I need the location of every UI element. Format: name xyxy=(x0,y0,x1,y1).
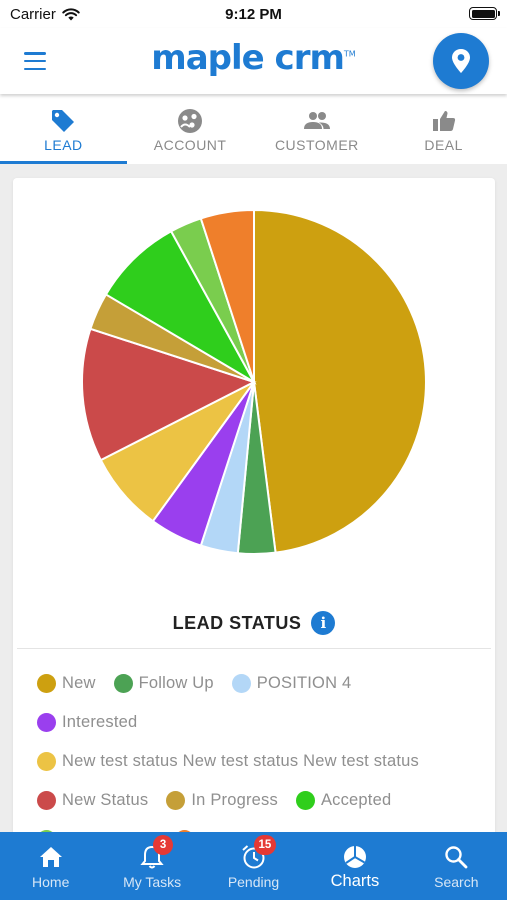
pie-chart xyxy=(81,208,427,555)
tab-bar: LEAD ACCOUNT CUSTOMER DEAL xyxy=(0,94,507,164)
pie-chart-icon xyxy=(343,846,366,868)
thumbs-up-icon xyxy=(432,111,455,131)
app-header: maple crmTM xyxy=(0,28,507,94)
info-icon[interactable]: i xyxy=(311,611,336,635)
legend-item[interactable]: Interested xyxy=(37,703,137,742)
chart-title: LEAD STATUS xyxy=(172,612,302,633)
home-icon xyxy=(39,847,62,867)
legend-label: Accepted xyxy=(320,791,392,809)
legend-label: New Status xyxy=(62,791,149,809)
logo-text: maple crm xyxy=(151,38,345,78)
status-time: 9:12 PM xyxy=(225,6,282,23)
legend-color-dot xyxy=(231,674,251,693)
nav-label: Home xyxy=(32,874,70,890)
legend-color-dot xyxy=(295,791,315,810)
tab-label: ACCOUNT xyxy=(153,137,227,153)
people-icon xyxy=(303,112,330,129)
tab-label: DEAL xyxy=(424,137,463,153)
legend-color-dot xyxy=(37,713,56,732)
legend-color-dot xyxy=(113,674,133,693)
tab-label: LEAD xyxy=(44,137,83,153)
tab-account[interactable]: ACCOUNT xyxy=(127,94,254,164)
account-icon xyxy=(178,109,203,133)
tasks-badge: 3 xyxy=(153,835,174,855)
pie-chart-container xyxy=(13,178,495,578)
nav-search[interactable]: Search xyxy=(406,832,507,900)
legend-item[interactable]: Follow Up xyxy=(113,664,214,703)
tag-icon xyxy=(52,110,75,132)
legend-item[interactable]: In Progress xyxy=(166,781,278,820)
legend-item[interactable]: New xyxy=(37,664,96,703)
tab-lead[interactable]: LEAD xyxy=(0,94,127,164)
legend-item[interactable]: Accepted xyxy=(295,781,392,820)
nav-my-tasks[interactable]: 3 My Tasks xyxy=(101,832,202,900)
legend-label: Follow Up xyxy=(138,674,214,692)
legend-color-dot xyxy=(37,752,56,771)
legend-color-dot xyxy=(37,674,56,693)
nav-pending[interactable]: 15 Pending xyxy=(203,832,304,900)
nav-label: Charts xyxy=(330,872,380,890)
tab-customer[interactable]: CUSTOMER xyxy=(254,94,381,164)
legend-label: In Progress xyxy=(191,791,278,809)
legend-label: New xyxy=(62,674,96,692)
legend-item[interactable]: New Status xyxy=(37,781,148,820)
nav-label: My Tasks xyxy=(123,874,182,890)
legend-color-dot xyxy=(166,791,186,810)
location-button[interactable] xyxy=(433,33,489,89)
search-icon xyxy=(445,846,468,869)
tab-deal[interactable]: DEAL xyxy=(380,94,507,164)
location-pin-icon xyxy=(452,49,470,73)
app-logo: maple crmTM xyxy=(0,38,507,78)
legend-color-dot xyxy=(37,791,56,810)
pending-badge: 15 xyxy=(253,835,277,855)
nav-label: Search xyxy=(434,874,479,890)
legend-label: New test status New test status New test… xyxy=(62,752,419,770)
legend-label: Interested xyxy=(62,713,138,731)
tab-label: CUSTOMER xyxy=(274,137,359,153)
nav-home[interactable]: Home xyxy=(0,832,101,900)
logo-trademark: TM xyxy=(343,49,356,59)
divider xyxy=(17,648,491,649)
battery-icon xyxy=(469,7,500,20)
legend-item[interactable]: POSITION 4 xyxy=(231,664,352,703)
nav-label: Pending xyxy=(227,874,280,890)
status-bar: Carrier 9:12 PM xyxy=(0,0,507,28)
chart-title-row: LEAD STATUS i xyxy=(13,611,495,635)
pie-slice-new[interactable] xyxy=(253,208,427,554)
chart-legend: New Follow Up POSITION 4 Interested New test… xyxy=(37,664,487,859)
chart-card: LEAD STATUS i New Follow Up POSITION 4 Inte… xyxy=(13,178,495,849)
legend-item[interactable]: New test status New test status New test… xyxy=(37,742,419,781)
legend-label: POSITION 4 xyxy=(256,674,352,692)
nav-charts[interactable]: Charts xyxy=(304,832,405,900)
bottom-navigation: Home 3 My Tasks 15 Pending Charts Search xyxy=(0,832,507,900)
